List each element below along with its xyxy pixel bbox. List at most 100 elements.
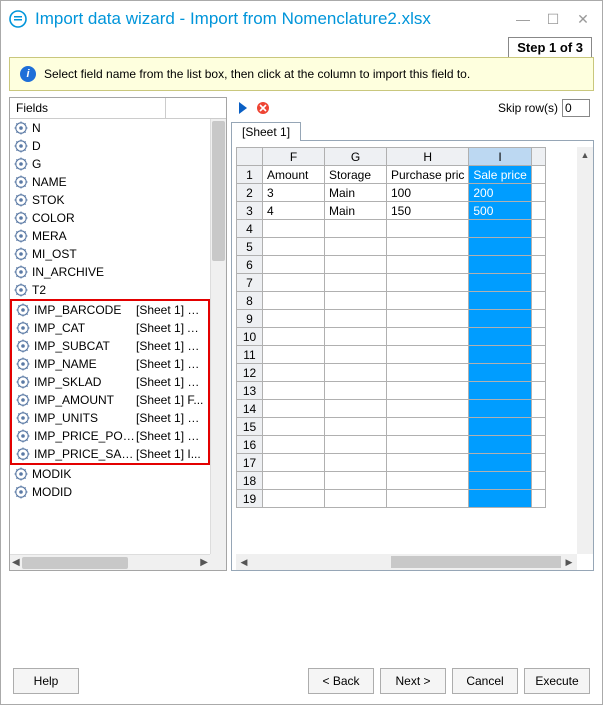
field-item[interactable]: IMP_CAT[Sheet 1] A... [12, 319, 208, 337]
field-item[interactable]: NAME [10, 173, 210, 191]
grid-cell[interactable] [469, 292, 531, 310]
grid-vertical-scrollbar[interactable]: ▲ [577, 147, 593, 554]
row-header[interactable]: 15 [237, 418, 263, 436]
grid-cell[interactable] [387, 472, 469, 490]
grid-cell[interactable] [387, 490, 469, 508]
field-item[interactable]: IMP_PRICE_POKUP[Sheet 1] H... [12, 427, 208, 445]
row-header[interactable]: 14 [237, 400, 263, 418]
grid-cell[interactable] [263, 220, 325, 238]
field-item[interactable]: IMP_SUBCAT[Sheet 1] B... [12, 337, 208, 355]
grid-cell[interactable] [387, 274, 469, 292]
grid-cell[interactable] [325, 238, 387, 256]
grid-cell[interactable] [263, 454, 325, 472]
grid-cell[interactable]: Main [325, 184, 387, 202]
field-item[interactable]: D [10, 137, 210, 155]
field-item[interactable]: IMP_SKLAD[Sheet 1] G... [12, 373, 208, 391]
grid-cell[interactable] [263, 436, 325, 454]
grid-cell[interactable]: Amount [263, 166, 325, 184]
grid-cell[interactable]: Storage [325, 166, 387, 184]
execute-button[interactable]: Execute [524, 668, 590, 694]
row-header[interactable]: 13 [237, 382, 263, 400]
grid-cell[interactable] [469, 472, 531, 490]
grid-cell[interactable] [387, 400, 469, 418]
grid-cell[interactable] [263, 256, 325, 274]
grid-cell[interactable] [469, 274, 531, 292]
stop-icon[interactable] [255, 100, 271, 116]
row-header[interactable]: 2 [237, 184, 263, 202]
grid-cell[interactable] [469, 382, 531, 400]
grid-cell[interactable] [387, 454, 469, 472]
grid-cell[interactable] [387, 292, 469, 310]
column-header[interactable]: I [469, 148, 531, 166]
help-button[interactable]: Help [13, 668, 79, 694]
grid-cell[interactable] [469, 436, 531, 454]
field-item[interactable]: IMP_BARCODE[Sheet 1] E... [12, 301, 208, 319]
grid-cell[interactable]: Main [325, 202, 387, 220]
grid-cell[interactable] [263, 364, 325, 382]
row-header[interactable]: 6 [237, 256, 263, 274]
grid-cell[interactable] [469, 220, 531, 238]
grid-cell[interactable] [387, 328, 469, 346]
field-item[interactable]: IMP_UNITS[Sheet 1] D... [12, 409, 208, 427]
fields-vertical-scrollbar[interactable] [210, 119, 226, 554]
grid-cell[interactable] [387, 220, 469, 238]
grid-cell[interactable] [387, 382, 469, 400]
grid-cell[interactable]: 4 [263, 202, 325, 220]
grid-cell[interactable] [387, 364, 469, 382]
maximize-button[interactable]: ☐ [542, 8, 564, 30]
grid-cell[interactable] [387, 418, 469, 436]
grid-cell[interactable] [325, 292, 387, 310]
grid-cell[interactable]: 200 [469, 184, 531, 202]
grid-cell[interactable] [469, 490, 531, 508]
column-header[interactable]: H [387, 148, 469, 166]
field-item[interactable]: MI_OST [10, 245, 210, 263]
grid-cell[interactable] [325, 454, 387, 472]
grid-cell[interactable] [263, 490, 325, 508]
close-button[interactable]: ✕ [572, 8, 594, 30]
row-header[interactable]: 1 [237, 166, 263, 184]
grid-cell[interactable] [263, 274, 325, 292]
row-header[interactable]: 5 [237, 238, 263, 256]
grid-cell[interactable] [469, 328, 531, 346]
row-header[interactable]: 9 [237, 310, 263, 328]
column-header[interactable]: G [325, 148, 387, 166]
grid-cell[interactable] [469, 238, 531, 256]
sheet-tab[interactable]: [Sheet 1] [231, 122, 301, 141]
next-icon[interactable] [235, 100, 251, 116]
field-item[interactable]: T2 [10, 281, 210, 299]
grid-cell[interactable] [325, 220, 387, 238]
field-item[interactable]: COLOR [10, 209, 210, 227]
field-item[interactable]: IMP_NAME[Sheet 1] C... [12, 355, 208, 373]
grid-cell[interactable] [387, 436, 469, 454]
field-item[interactable]: STOK [10, 191, 210, 209]
grid-cell[interactable] [387, 310, 469, 328]
field-item[interactable]: MODID [10, 483, 210, 501]
row-header[interactable]: 11 [237, 346, 263, 364]
row-header[interactable]: 8 [237, 292, 263, 310]
column-header[interactable]: F [263, 148, 325, 166]
grid-cell[interactable] [263, 418, 325, 436]
grid-cell[interactable] [325, 418, 387, 436]
grid-cell[interactable]: 500 [469, 202, 531, 220]
grid-horizontal-scrollbar[interactable]: ◀▶ [236, 554, 577, 570]
field-item[interactable]: N [10, 119, 210, 137]
grid-cell[interactable] [469, 364, 531, 382]
grid-cell[interactable] [263, 310, 325, 328]
grid-cell[interactable] [263, 472, 325, 490]
grid-cell[interactable] [263, 400, 325, 418]
row-header[interactable]: 3 [237, 202, 263, 220]
field-item[interactable]: IMP_AMOUNT[Sheet 1] F... [12, 391, 208, 409]
row-header[interactable]: 12 [237, 364, 263, 382]
sheet-grid[interactable]: FGHI1AmountStoragePurchase pricSale pric… [231, 141, 594, 571]
grid-cell[interactable]: Purchase pric [387, 166, 469, 184]
grid-cell[interactable] [325, 310, 387, 328]
grid-cell[interactable] [325, 274, 387, 292]
grid-cell[interactable]: 3 [263, 184, 325, 202]
skip-rows-input[interactable] [562, 99, 590, 117]
grid-cell[interactable] [325, 256, 387, 274]
grid-cell[interactable] [325, 346, 387, 364]
grid-cell[interactable] [263, 238, 325, 256]
grid-cell[interactable] [469, 346, 531, 364]
next-button[interactable]: Next > [380, 668, 446, 694]
row-header[interactable]: 17 [237, 454, 263, 472]
